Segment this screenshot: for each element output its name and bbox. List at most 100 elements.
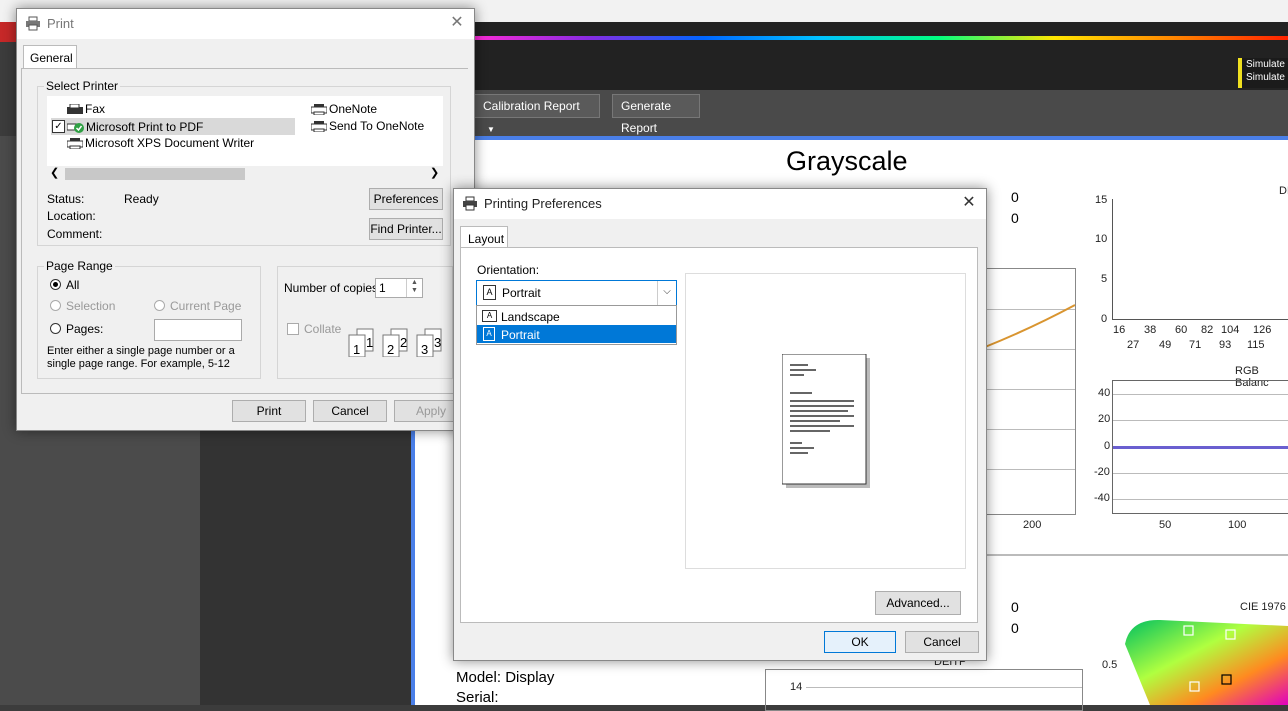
portrait-icon: A bbox=[483, 285, 496, 300]
x-tick-label: 200 bbox=[1023, 519, 1042, 531]
copies-value: 1 bbox=[379, 281, 386, 295]
y-tick-label: 20 bbox=[1098, 413, 1111, 425]
printer-icon bbox=[311, 121, 327, 132]
print-button[interactable]: Print bbox=[232, 400, 306, 422]
range-all-label: All bbox=[66, 278, 80, 292]
chevron-down-icon[interactable]: ⌵ bbox=[657, 281, 676, 305]
y-tick-label: 14 bbox=[790, 681, 803, 693]
y-tick-label: 0.5 bbox=[1102, 659, 1118, 671]
orientation-option-label: Portrait bbox=[501, 328, 540, 342]
close-icon[interactable]: ✕ bbox=[960, 194, 978, 212]
copies-stepper[interactable]: 1 ▲ ▼ bbox=[375, 278, 423, 298]
x-tick-label: 104 bbox=[1221, 324, 1240, 336]
y-tick-label: 10 bbox=[1095, 233, 1108, 245]
printer-icon bbox=[67, 138, 83, 149]
grayscale-chart bbox=[975, 268, 1076, 515]
orientation-value: Portrait bbox=[502, 286, 541, 300]
print-title-bar: Print ✕ bbox=[17, 9, 474, 39]
collate-checkbox[interactable] bbox=[287, 323, 299, 335]
orientation-option-portrait[interactable]: A Portrait bbox=[477, 325, 676, 343]
generate-report-button[interactable]: Generate Report bbox=[612, 94, 700, 135]
printer-name: Fax bbox=[85, 102, 106, 116]
advanced-button[interactable]: Advanced... bbox=[875, 591, 961, 615]
y-tick-label: 0 bbox=[1104, 440, 1111, 452]
svg-text:3: 3 bbox=[434, 335, 441, 350]
app-header bbox=[470, 22, 1288, 90]
report-value: 0 bbox=[1011, 210, 1019, 226]
y-tick-label: 5 bbox=[1101, 273, 1108, 285]
document-preview-icon bbox=[782, 354, 870, 488]
report-value: 0 bbox=[1011, 599, 1019, 615]
prefs-title-bar: Printing Preferences ✕ bbox=[454, 189, 986, 219]
x-tick-label: 93 bbox=[1219, 339, 1232, 351]
y-tick-label: 0 bbox=[1101, 313, 1108, 325]
scrollbar-thumb[interactable] bbox=[65, 168, 245, 180]
x-tick-label: 126 bbox=[1253, 324, 1272, 336]
x-tick-label: 115 bbox=[1247, 339, 1265, 351]
x-tick-label: 38 bbox=[1144, 324, 1157, 336]
y-tick-label: -20 bbox=[1094, 466, 1110, 478]
ok-button[interactable]: OK bbox=[824, 631, 896, 653]
default-printer-icon bbox=[67, 123, 84, 133]
range-pages-radio[interactable] bbox=[50, 323, 61, 334]
range-hint-text: Enter either a single page number or a s… bbox=[47, 345, 235, 370]
footer-divider bbox=[21, 393, 470, 394]
report-value: 0 bbox=[1011, 189, 1019, 205]
status-label: Status: bbox=[47, 192, 85, 206]
spin-arrows-icon[interactable]: ▲ ▼ bbox=[406, 279, 422, 297]
printer-icon bbox=[26, 16, 40, 31]
orientation-select[interactable]: A Portrait ⌵ bbox=[476, 280, 677, 306]
pages-input[interactable] bbox=[154, 319, 242, 341]
cancel-button[interactable]: Cancel bbox=[905, 631, 979, 653]
orientation-option-landscape[interactable]: A Landscape bbox=[477, 307, 676, 325]
tab-layout[interactable]: Layout bbox=[460, 226, 508, 249]
report-value: 0 bbox=[1011, 620, 1019, 636]
printer-icon bbox=[463, 196, 477, 211]
x-tick-label: 82 bbox=[1201, 324, 1214, 336]
rgb-balance-line bbox=[1113, 446, 1288, 449]
x-tick-label: 60 bbox=[1175, 324, 1188, 336]
y-tick-label: -40 bbox=[1094, 492, 1110, 504]
collate-pages-icon: 11 22 33 bbox=[348, 328, 442, 357]
printer-icon bbox=[311, 104, 327, 115]
app-icon-area bbox=[0, 22, 16, 42]
deitp-chart-title: DEITP bbox=[1279, 185, 1288, 197]
cancel-button[interactable]: Cancel bbox=[313, 400, 387, 422]
orientation-label: Orientation: bbox=[477, 263, 540, 277]
x-tick-label: 100 bbox=[1228, 519, 1247, 531]
x-tick-label: 27 bbox=[1127, 339, 1140, 351]
status-value: Ready bbox=[124, 192, 159, 206]
print-dialog-title: Print bbox=[47, 16, 74, 31]
printer-list[interactable]: Fax OneNote ✓ Microsoft Print to PDF Sen… bbox=[47, 96, 443, 166]
checkbox-icon: ✓ bbox=[52, 120, 65, 133]
rgb-balance-chart bbox=[1112, 380, 1288, 514]
preferences-button[interactable]: Preferences bbox=[369, 188, 443, 210]
gamma-curve bbox=[984, 304, 1075, 348]
app-toolbar: Calibration Report ▼ Generate Report bbox=[470, 90, 1288, 136]
page-range-label: Page Range bbox=[44, 259, 115, 273]
prefs-dialog-title: Printing Preferences bbox=[484, 196, 602, 211]
cie-chart-title: CIE 1976 bbox=[1240, 601, 1286, 613]
range-selection-label: Selection bbox=[66, 299, 116, 313]
portrait-icon: A bbox=[483, 327, 495, 341]
printer-item-print-to-pdf[interactable]: ✓ Microsoft Print to PDF bbox=[51, 118, 295, 135]
printer-name: Microsoft XPS Document Writer bbox=[85, 136, 255, 150]
range-selection-radio[interactable] bbox=[50, 300, 61, 311]
scroll-left-icon[interactable]: ❮ bbox=[50, 166, 59, 179]
x-tick-label: 49 bbox=[1159, 339, 1172, 351]
copies-label: Number of copies: bbox=[284, 281, 382, 295]
tab-general-label: General bbox=[30, 51, 73, 65]
x-tick-label: 16 bbox=[1113, 324, 1126, 336]
tab-general[interactable]: General bbox=[23, 45, 77, 69]
scroll-right-icon[interactable]: ❯ bbox=[430, 166, 439, 179]
printer-name: Send To OneNote bbox=[329, 119, 425, 133]
find-printer-button[interactable]: Find Printer... bbox=[369, 218, 443, 240]
range-all-radio[interactable] bbox=[50, 279, 61, 290]
deitp-chart bbox=[1112, 199, 1288, 320]
close-icon[interactable]: ✕ bbox=[448, 14, 466, 32]
svg-text:3: 3 bbox=[421, 342, 428, 357]
printer-list-scrollbar[interactable]: ❮ ❯ bbox=[47, 166, 443, 182]
serial-text: Serial: bbox=[456, 689, 499, 706]
range-current-page-radio[interactable] bbox=[154, 300, 165, 311]
calibration-report-dropdown[interactable]: Calibration Report ▼ bbox=[474, 94, 600, 134]
